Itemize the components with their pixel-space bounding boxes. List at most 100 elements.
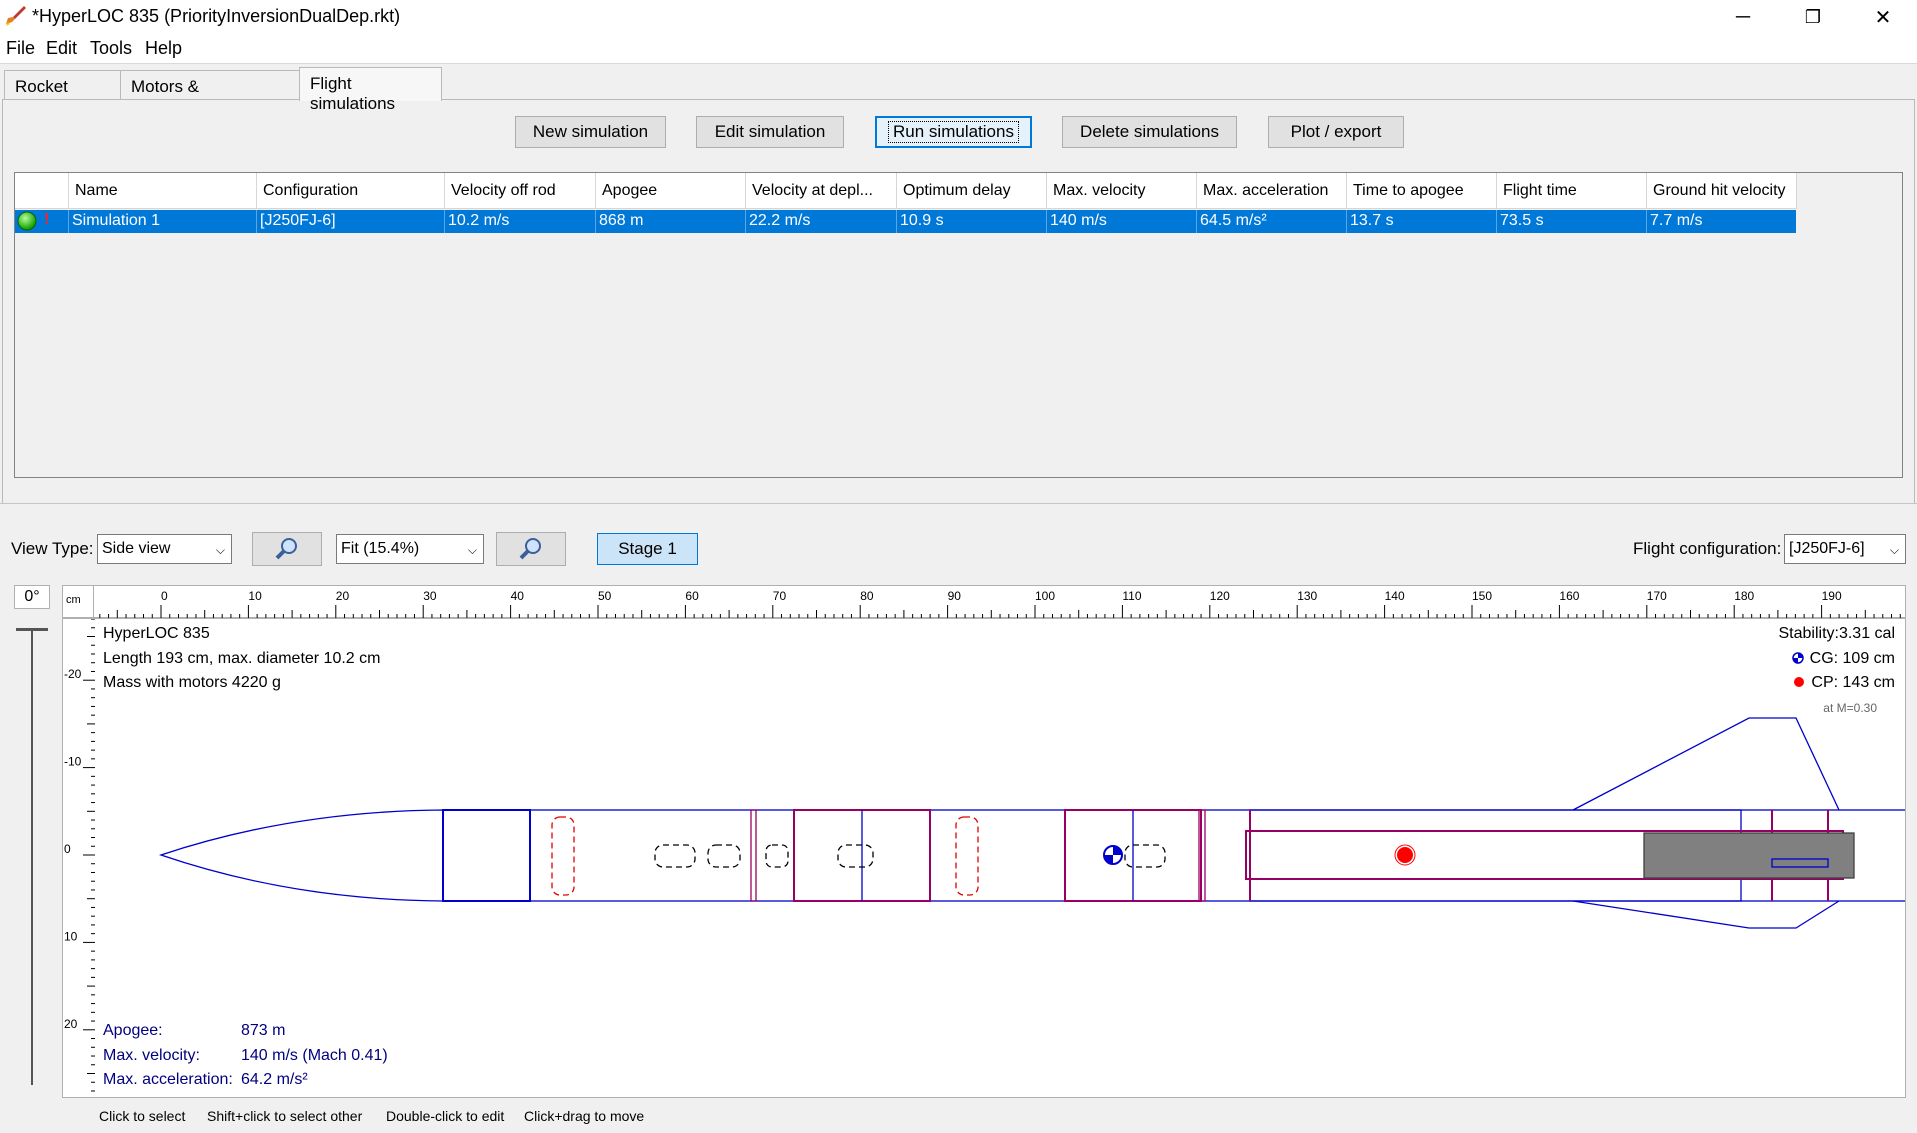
slider-thumb[interactable]	[16, 628, 48, 631]
rotation-slider[interactable]	[14, 618, 50, 1088]
ruler-tick-label: 190	[1822, 589, 1842, 603]
ruler-tick-label: 140	[1385, 589, 1405, 603]
restore-icon: ❐	[1804, 6, 1822, 27]
edit-simulation-label: Edit simulation	[714, 122, 826, 141]
ruler-tick-label: 150	[1472, 589, 1492, 603]
view-type-label: View Type:	[11, 539, 94, 558]
plot-export-button[interactable]: Plot / export	[1268, 116, 1404, 148]
stage-1-toggle[interactable]: Stage 1	[597, 533, 698, 565]
flight-configuration-label: Flight configuration:	[1633, 539, 1782, 558]
zoom-select[interactable]: Fit (15.4%) ⌵	[336, 534, 484, 564]
column-header-max-velocity[interactable]: Max. velocity	[1047, 173, 1197, 209]
rocket-app-icon	[6, 6, 26, 26]
ruler-tick-label: 80	[860, 589, 874, 603]
menu-tools[interactable]: Tools	[90, 38, 132, 59]
delete-simulations-button[interactable]: Delete simulations	[1062, 116, 1237, 148]
ruler-tick-label: 30	[423, 589, 437, 603]
chevron-down-icon: ⌵	[467, 543, 477, 557]
cg-value: CG: 109 cm	[1809, 650, 1895, 667]
menu-edit[interactable]: Edit	[46, 38, 77, 59]
slider-track	[31, 630, 33, 1085]
ruler-tick-label: 120	[1210, 589, 1230, 603]
menu-help[interactable]: Help	[145, 38, 182, 59]
max-velocity-label: Max. velocity:	[103, 1047, 200, 1064]
tab-rocket-design[interactable]: Rocket design	[4, 70, 121, 116]
parachute-main	[955, 816, 979, 896]
column-header-apogee[interactable]: Apogee	[596, 173, 746, 209]
cp-icon	[1794, 677, 1805, 687]
ruler-tick-label: 70	[773, 589, 787, 603]
nose-cone	[158, 809, 444, 902]
fin-upper	[1572, 717, 1840, 811]
cg-marker	[1103, 845, 1123, 865]
split-pane-divider[interactable]	[0, 503, 1917, 510]
warning-icon: !	[44, 211, 50, 228]
rocket-length: Length 193 cm, max. diameter 10.2 cm	[103, 650, 381, 667]
column-header-velocity-off-rod[interactable]: Velocity off rod	[445, 173, 596, 209]
column-header-flight-time[interactable]: Flight time	[1497, 173, 1647, 209]
column-header-time-to-apogee[interactable]: Time to apogee	[1347, 173, 1497, 209]
cell-max-velocity: 140 m/s	[1047, 210, 1197, 233]
hint-double-click: Double-click to edit	[386, 1108, 505, 1124]
cp-value-row: CP: 143 cm	[1793, 674, 1895, 692]
shock-cord-2	[707, 844, 741, 868]
view-type-select[interactable]: Side view ⌵	[97, 534, 232, 564]
mach-note: at M=0.30	[1823, 701, 1877, 715]
zoom-value: Fit (15.4%)	[341, 540, 420, 557]
cell-name: Simulation 1	[69, 210, 257, 233]
rocket-figure-canvas[interactable]: -20 -10 0 10 20 HyperLOC 835 Length 193 …	[62, 618, 1906, 1098]
maximize-button[interactable]: ❐	[1778, 0, 1848, 34]
shock-cord-3	[765, 844, 789, 868]
run-simulations-button[interactable]: Run simulations	[875, 116, 1032, 148]
delete-simulations-label: Delete simulations	[1080, 122, 1219, 141]
ruler-tick-label: 50	[598, 589, 612, 603]
window-title: *HyperLOC 835 (PriorityInversionDualDep.…	[32, 6, 401, 26]
ruler-tick-label: 40	[511, 589, 525, 603]
flight-configuration-select[interactable]: [J250FJ-6] ⌵	[1784, 534, 1906, 564]
max-velocity-value: 140 m/s (Mach 0.41)	[241, 1047, 388, 1064]
simulation-table[interactable]: Name Configuration Velocity off rod Apog…	[14, 172, 1903, 478]
ruler-tick-label: 20	[336, 589, 350, 603]
status-ok-icon	[17, 211, 37, 231]
edit-simulation-button[interactable]: Edit simulation	[696, 116, 844, 148]
column-header-velocity-at-deployment[interactable]: Velocity at depl...	[746, 173, 897, 209]
column-header-optimum-delay[interactable]: Optimum delay	[897, 173, 1047, 209]
cell-time-to-apogee: 13.7 s	[1347, 210, 1497, 233]
stability-value: Stability:3.31 cal	[1778, 625, 1895, 642]
cell-optimum-delay: 10.9 s	[897, 210, 1047, 233]
cp-value: CP: 143 cm	[1811, 674, 1895, 691]
column-header-ground-hit-velocity[interactable]: Ground hit velocity	[1647, 173, 1797, 209]
chevron-down-icon: ⌵	[1889, 543, 1899, 557]
table-row[interactable]: ! Simulation 1 [J250FJ-6] 10.2 m/s 868 m…	[15, 210, 1796, 233]
zoom-out-button[interactable]	[496, 532, 566, 566]
column-header-max-acceleration[interactable]: Max. acceleration	[1197, 173, 1347, 209]
ruler-tick-label: 0	[161, 589, 168, 603]
cell-apogee: 868 m	[596, 210, 746, 233]
cg-value-row: CG: 109 cm	[1791, 650, 1895, 668]
close-button[interactable]: ✕	[1848, 0, 1917, 34]
ruler-tick-label: 170	[1647, 589, 1667, 603]
rotation-angle: 0°	[14, 585, 50, 609]
ruler-tick-label: 160	[1559, 589, 1579, 603]
plot-export-label: Plot / export	[1290, 122, 1382, 141]
column-header-configuration[interactable]: Configuration	[257, 173, 445, 209]
main-tabs: Rocket design Motors & Configuration Fli…	[0, 67, 1917, 116]
new-simulation-button[interactable]: New simulation	[515, 116, 666, 148]
hint-click: Click to select	[99, 1108, 186, 1124]
max-acceleration-label: Max. acceleration:	[103, 1071, 233, 1088]
coupler-1	[442, 809, 531, 902]
coupler-2	[750, 809, 757, 902]
cell-max-acceleration: 64.5 m/s²	[1197, 210, 1347, 233]
status-cell: !	[15, 210, 69, 233]
column-header-name[interactable]: Name	[69, 173, 257, 209]
menu-file[interactable]: File	[6, 38, 35, 59]
max-acceleration-value: 64.2 m/s²	[241, 1071, 308, 1088]
column-header-status[interactable]	[15, 173, 69, 209]
tab-flight-simulations[interactable]: Flight simulations	[299, 67, 442, 113]
zoom-in-button[interactable]	[252, 532, 322, 566]
rocket-side-view[interactable]	[63, 619, 1906, 1098]
tab-motors-configuration[interactable]: Motors & Configuration	[120, 70, 300, 116]
ruler-tick-label: 180	[1734, 589, 1754, 603]
hint-shift-click: Shift+click to select other	[207, 1108, 363, 1124]
minimize-button[interactable]: ─	[1708, 0, 1778, 34]
